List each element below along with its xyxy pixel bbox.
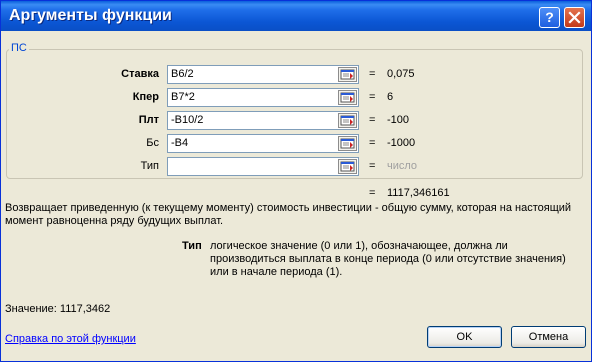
- help-icon: ?: [545, 9, 554, 25]
- close-icon: [568, 11, 581, 24]
- arg-value-rate: B6/2: [171, 68, 194, 80]
- total-result: 1117,346161: [387, 187, 450, 199]
- arg-input-rate[interactable]: B6/2: [167, 65, 359, 84]
- function-help-link[interactable]: Справка по этой функции: [5, 333, 136, 345]
- arg-result-rate: 0,075: [387, 68, 415, 80]
- equals-sign: =: [369, 187, 376, 199]
- collapse-dialog-icon: [340, 69, 355, 80]
- function-description: Возвращает приведенную (к текущему момен…: [5, 202, 572, 227]
- arg-result-fv: -1000: [387, 137, 416, 149]
- equals-sign: =: [369, 114, 376, 126]
- help-button[interactable]: ?: [539, 7, 560, 28]
- collapse-dialog-icon: [340, 161, 355, 172]
- collapse-dialog-button-type[interactable]: [338, 159, 357, 174]
- window-title: Аргументы функции: [9, 7, 172, 24]
- equals-sign: =: [369, 68, 376, 80]
- title-bar[interactable]: Аргументы функции ?: [1, 1, 591, 31]
- equals-sign: =: [369, 160, 376, 172]
- arg-input-type[interactable]: [167, 157, 359, 176]
- collapse-dialog-button-rate[interactable]: [338, 67, 357, 82]
- function-arguments-dialog: Аргументы функции ? ПС Ставка B6/2 = 0,0…: [0, 0, 592, 362]
- arg-label-nper: Кпер: [132, 91, 159, 103]
- arg-value-nper: B7*2: [171, 91, 195, 103]
- function-name-label: ПС: [9, 42, 29, 54]
- arg-input-fv[interactable]: -B4: [167, 134, 359, 153]
- ok-button[interactable]: OK: [427, 326, 502, 348]
- arg-label-pmt: Плт: [138, 114, 159, 126]
- arg-input-nper[interactable]: B7*2: [167, 88, 359, 107]
- arg-value-pmt: -B10/2: [171, 114, 204, 126]
- collapse-dialog-icon: [340, 138, 355, 149]
- collapse-dialog-button-nper[interactable]: [338, 90, 357, 105]
- arg-result-type: число: [387, 160, 418, 172]
- collapse-dialog-icon: [340, 92, 355, 103]
- argument-help-text: логическое значение (0 или 1), обозначаю…: [210, 240, 566, 278]
- collapse-dialog-icon: [340, 115, 355, 126]
- arg-label-fv: Бс: [146, 137, 159, 149]
- cancel-button[interactable]: Отмена: [511, 326, 586, 348]
- collapse-dialog-button-pmt[interactable]: [338, 113, 357, 128]
- argument-help-name: Тип: [182, 240, 202, 252]
- arg-result-nper: 6: [387, 91, 394, 103]
- arg-input-pmt[interactable]: -B10/2: [167, 111, 359, 130]
- equals-sign: =: [369, 137, 376, 149]
- close-button[interactable]: [564, 7, 585, 28]
- equals-sign: =: [369, 91, 376, 103]
- arg-value-fv: -B4: [171, 137, 189, 149]
- formula-value: Значение: 1117,3462: [5, 303, 111, 315]
- arg-label-type: Тип: [140, 160, 159, 172]
- collapse-dialog-button-fv[interactable]: [338, 136, 357, 151]
- arg-result-pmt: -100: [387, 114, 410, 126]
- arg-label-rate: Ставка: [121, 68, 159, 80]
